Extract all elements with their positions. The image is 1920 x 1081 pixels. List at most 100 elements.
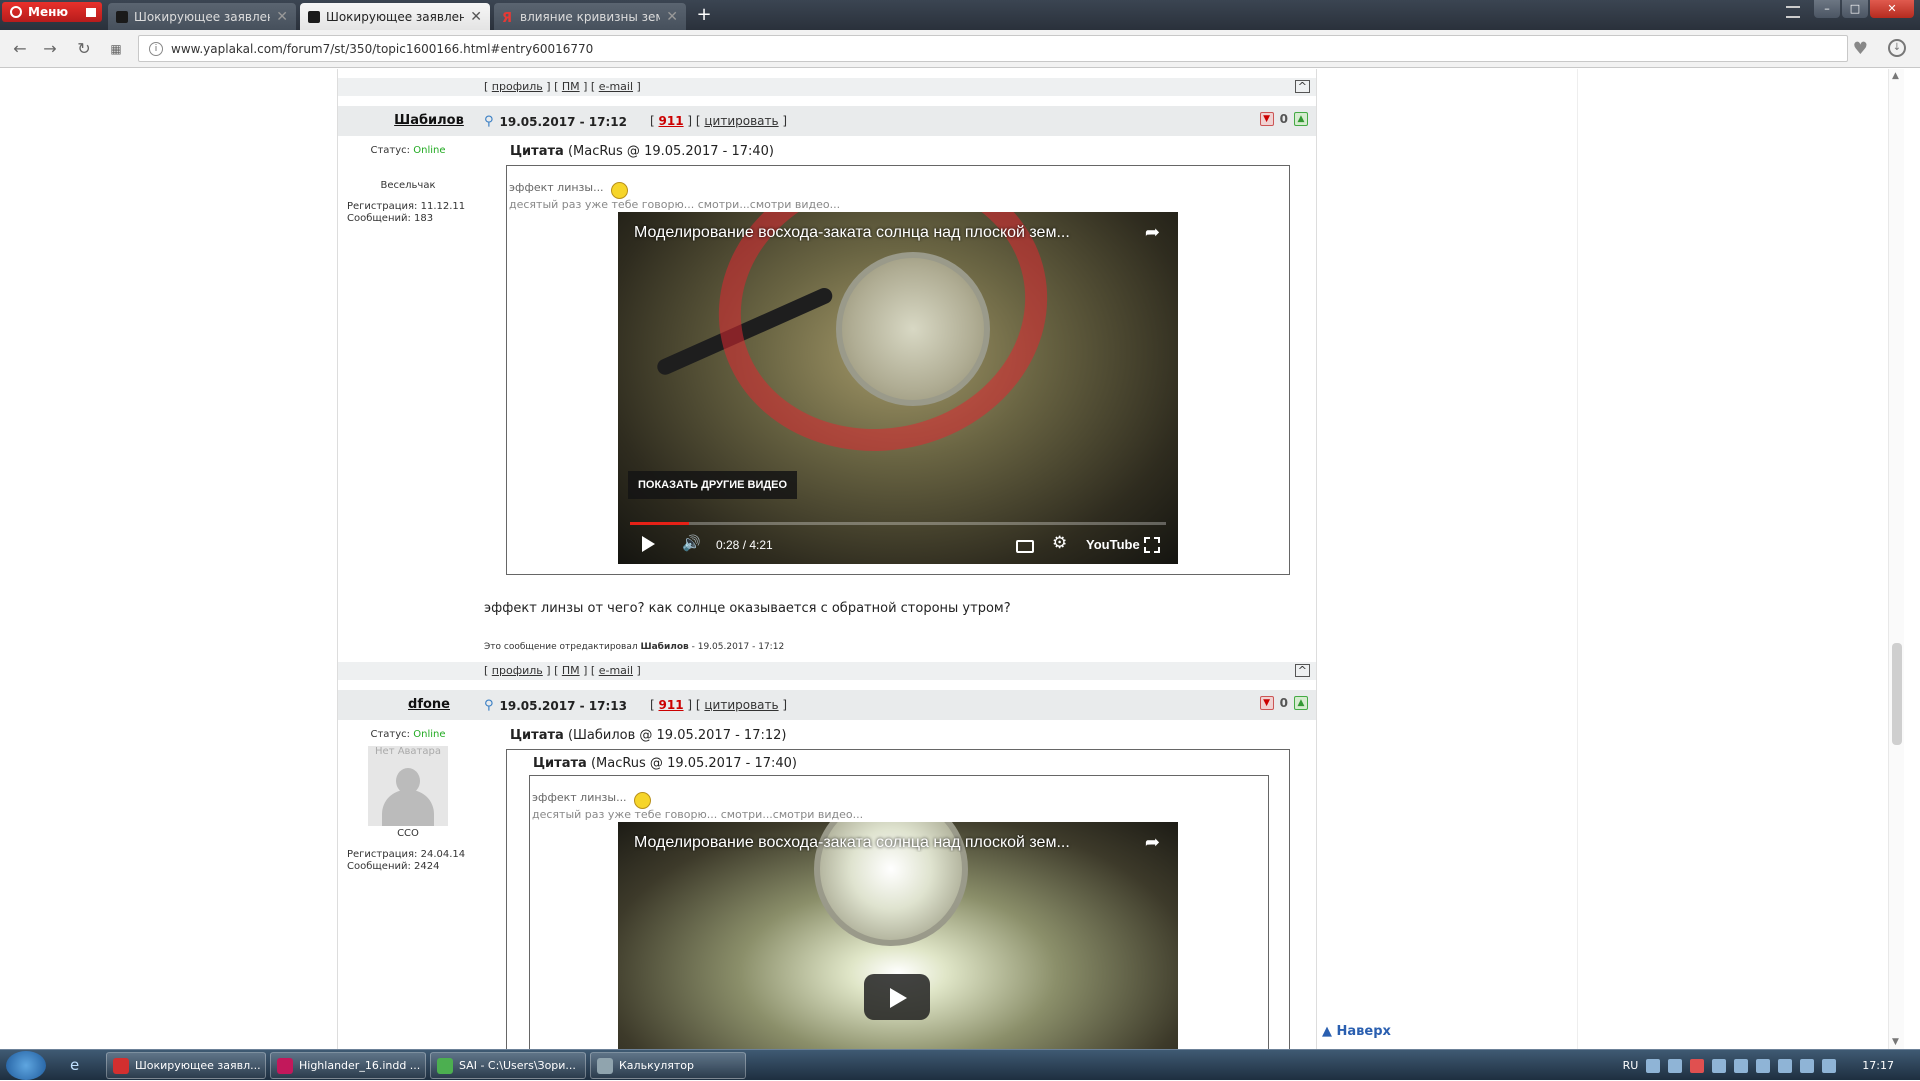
quote-text-line2: десятый раз уже тебе говорю... смотри...… bbox=[509, 198, 841, 211]
quote-box: Цитата (MacRus @ 19.05.2017 - 17:40) эфф… bbox=[506, 749, 1290, 1049]
close-tab-icon[interactable]: ✕ bbox=[276, 9, 288, 25]
tab-title: Шокирующее заявление bbox=[326, 9, 465, 24]
fullscreen-icon[interactable] bbox=[1144, 537, 1160, 553]
taskbar-button-sai[interactable]: SAI - C:\Users\Зори... bbox=[430, 1052, 586, 1079]
back-icon[interactable]: ← bbox=[10, 39, 30, 59]
report-link[interactable]: 911 bbox=[659, 698, 684, 712]
quote-meta: (Шабилов @ 19.05.2017 - 17:12) bbox=[567, 728, 787, 743]
settings-gear-icon[interactable]: ⚙ bbox=[1052, 533, 1067, 553]
site-info-icon[interactable]: i bbox=[149, 41, 163, 56]
close-tab-icon[interactable]: ✕ bbox=[470, 9, 482, 25]
thumb-down-icon[interactable]: ▼ bbox=[1259, 696, 1274, 710]
browser-tab-bar: Меню Шокирующее заявление ✕ Шокирующее з… bbox=[0, 0, 1920, 30]
post-anchor-icon[interactable]: ⚲ bbox=[484, 114, 494, 129]
maximize-button[interactable]: □ bbox=[1842, 0, 1868, 18]
tab-3[interactable]: Я влияние кривизны земл ✕ bbox=[494, 3, 686, 30]
inner-quote-label: Цитата (MacRus @ 19.05.2017 - 17:40) bbox=[533, 756, 797, 771]
tray-app-icon[interactable] bbox=[1734, 1058, 1749, 1073]
tray-app-icon[interactable] bbox=[1712, 1058, 1727, 1073]
forward-icon[interactable]: → bbox=[40, 39, 60, 59]
volume-icon[interactable]: 🔊 bbox=[682, 534, 701, 552]
post-datetime: ⚲ 19.05.2017 - 17:13 bbox=[484, 698, 627, 713]
youtube-video-player[interactable]: Моделирование восхода-заката солнца над … bbox=[618, 212, 1178, 564]
close-window-button[interactable]: ✕ bbox=[1870, 0, 1914, 18]
registration-date: Регистрация: 11.12.11 bbox=[347, 201, 466, 212]
thumb-up-icon[interactable]: ▲ bbox=[1294, 112, 1308, 126]
video-progress-bar[interactable] bbox=[630, 522, 1166, 525]
tab-title: Шокирующее заявление bbox=[134, 9, 270, 24]
flag-icon[interactable] bbox=[1778, 1058, 1793, 1073]
scroll-up-arrow-icon[interactable]: ▲ bbox=[1892, 71, 1899, 81]
video-title[interactable]: Моделирование восхода-заката солнца над … bbox=[634, 224, 1128, 242]
tab-menu-icon[interactable] bbox=[1786, 6, 1800, 18]
download-icon[interactable]: ↓ bbox=[1888, 39, 1906, 57]
scrollbar-thumb[interactable] bbox=[1892, 643, 1902, 745]
calculator-icon bbox=[597, 1057, 613, 1074]
tray-app-icon[interactable] bbox=[1646, 1058, 1661, 1073]
video-title[interactable]: Моделирование восхода-заката солнца над … bbox=[634, 834, 1128, 852]
post-header: Шабилов ⚲ 19.05.2017 - 17:12 [ 911 ] [ ц… bbox=[338, 106, 1316, 136]
youtube-video-player[interactable]: Моделирование восхода-заката солнца над … bbox=[618, 822, 1178, 1049]
taskbar-button-label: Калькулятор bbox=[619, 1059, 694, 1072]
post-anchor-icon[interactable]: ⚲ bbox=[484, 698, 494, 713]
opera-icon bbox=[113, 1057, 129, 1074]
taskbar-button-calculator[interactable]: Калькулятор bbox=[590, 1052, 746, 1079]
big-play-button[interactable] bbox=[864, 974, 930, 1020]
language-indicator[interactable]: RU bbox=[1623, 1059, 1639, 1072]
pm-link[interactable]: ПМ bbox=[562, 80, 580, 93]
new-tab-button[interactable]: + bbox=[694, 4, 714, 25]
scroll-up-button[interactable]: ^ bbox=[1294, 664, 1310, 677]
video-time: 0:28 / 4:21 bbox=[716, 538, 773, 552]
thumb-up-icon[interactable]: ▲ bbox=[1294, 696, 1308, 710]
tab-2-active[interactable]: Шокирующее заявление ✕ bbox=[300, 3, 490, 30]
tab-1[interactable]: Шокирующее заявление ✕ bbox=[108, 3, 296, 30]
profile-link[interactable]: профиль bbox=[492, 664, 543, 677]
quote-text-line1: эффект линзы... bbox=[509, 181, 604, 194]
close-tab-icon[interactable]: ✕ bbox=[666, 9, 678, 25]
username-link[interactable]: Шабилов bbox=[374, 113, 484, 128]
url-field[interactable]: i www.yaplakal.com/forum7/st/350/topic16… bbox=[138, 35, 1848, 62]
status-line: Статус: Online bbox=[338, 145, 478, 156]
share-icon[interactable]: ➦ bbox=[1145, 222, 1160, 243]
username-link[interactable]: dfone bbox=[374, 697, 484, 712]
speed-dial-icon[interactable]: ▦ bbox=[106, 39, 126, 59]
scroll-down-arrow-icon[interactable]: ▼ bbox=[1892, 1037, 1899, 1047]
email-link[interactable]: e-mail bbox=[599, 664, 633, 677]
tray-app-icon[interactable] bbox=[1756, 1058, 1771, 1073]
quote-link[interactable]: цитировать bbox=[704, 114, 778, 128]
taskbar-button-indesign[interactable]: Highlander_16.indd ... bbox=[270, 1052, 426, 1079]
url-text: www.yaplakal.com/forum7/st/350/topic1600… bbox=[171, 41, 594, 56]
minimize-button[interactable]: – bbox=[1814, 0, 1840, 18]
start-button[interactable] bbox=[6, 1051, 46, 1080]
volume-icon[interactable] bbox=[1822, 1058, 1837, 1073]
share-icon[interactable]: ➦ bbox=[1145, 832, 1160, 853]
youtube-logo-icon[interactable]: YouTube bbox=[1086, 537, 1140, 552]
bookmark-heart-icon[interactable]: ♥ bbox=[1853, 39, 1868, 59]
tray-app-icon[interactable] bbox=[1668, 1058, 1683, 1073]
clock[interactable]: 17:17 bbox=[1862, 1059, 1894, 1072]
avatar-silhouette-body bbox=[382, 790, 434, 826]
avatar-placeholder[interactable]: Нет Аватара bbox=[368, 746, 448, 826]
network-icon[interactable] bbox=[1800, 1058, 1815, 1073]
reload-icon[interactable]: ↻ bbox=[74, 39, 94, 59]
pm-link[interactable]: ПМ bbox=[562, 664, 580, 677]
more-videos-button[interactable]: ПОКАЗАТЬ ДРУГИЕ ВИДЕО bbox=[628, 471, 798, 499]
profile-link[interactable]: профиль bbox=[492, 80, 543, 93]
scrollbar[interactable]: ▲ ▼ bbox=[1888, 69, 1904, 1049]
quicklaunch-icon[interactable]: e bbox=[70, 1056, 88, 1074]
thumb-down-icon[interactable]: ▼ bbox=[1259, 112, 1274, 126]
email-link[interactable]: e-mail bbox=[599, 80, 633, 93]
quote-link[interactable]: цитировать bbox=[704, 698, 778, 712]
tray-app-icon[interactable] bbox=[1690, 1058, 1705, 1073]
taskbar-button-opera[interactable]: Шокирующее заявл... bbox=[106, 1052, 266, 1079]
smiley-icon bbox=[611, 182, 628, 199]
report-link[interactable]: 911 bbox=[659, 114, 684, 128]
to-top-link[interactable]: ▲ Наверх bbox=[1322, 1024, 1391, 1039]
scroll-up-button[interactable]: ^ bbox=[1294, 80, 1310, 93]
avatar-text: Нет Аватара bbox=[375, 746, 441, 757]
play-icon[interactable] bbox=[642, 536, 655, 552]
progress-fill bbox=[630, 522, 689, 525]
opera-menu-button[interactable]: Меню bbox=[2, 2, 102, 22]
rating-value: 0 bbox=[1279, 696, 1288, 710]
subtitles-icon[interactable] bbox=[1016, 540, 1034, 553]
